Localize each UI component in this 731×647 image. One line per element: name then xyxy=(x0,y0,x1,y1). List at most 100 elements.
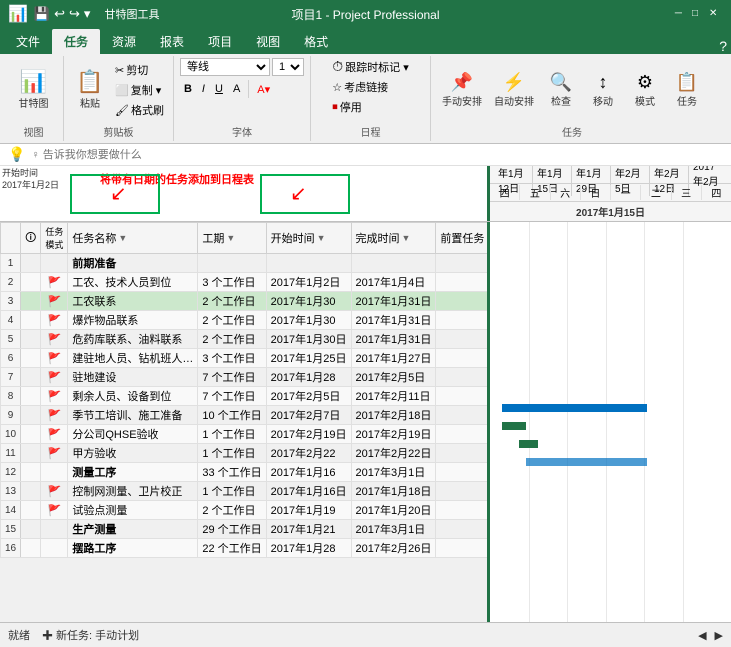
font-family-select[interactable]: 等线 xyxy=(180,58,270,76)
pred-cell-11[interactable] xyxy=(436,444,489,463)
start-cell-1[interactable] xyxy=(266,254,351,273)
dur-cell-12[interactable]: 33 个工作日 xyxy=(198,463,266,482)
dur-cell-10[interactable]: 1 个工作日 xyxy=(198,425,266,444)
finish-cell-16[interactable]: 2017年2月26日 xyxy=(351,539,436,558)
table-row[interactable]: 15 生产测量 29 个工作日 2017年1月21 2017年3月1日 xyxy=(1,520,489,539)
name-cell-5[interactable]: 危药库联系、油料联系 xyxy=(68,330,198,349)
pred-cell-14[interactable] xyxy=(436,501,489,520)
inspect-btn[interactable]: 🔍 检查 xyxy=(541,71,581,110)
finish-cell-7[interactable]: 2017年2月5日 xyxy=(351,368,436,387)
table-row[interactable]: 3 🚩 工农联系 2 个工作日 2017年1月30 2017年1月31日 xyxy=(1,292,489,311)
font-size-select[interactable]: 11 xyxy=(272,58,304,76)
start-cell-8[interactable]: 2017年2月5日 xyxy=(266,387,351,406)
pred-cell-1[interactable] xyxy=(436,254,489,273)
dur-cell-2[interactable]: 3 个工作日 xyxy=(198,273,266,292)
name-cell-11[interactable]: 甲方验收 xyxy=(68,444,198,463)
dur-cell-8[interactable]: 7 个工作日 xyxy=(198,387,266,406)
table-row[interactable]: 2 🚩 工农、技术人员到位 3 个工作日 2017年1月2日 2017年1月4日 xyxy=(1,273,489,292)
name-cell-12[interactable]: 测量工序 xyxy=(68,463,198,482)
dur-cell-3[interactable]: 2 个工作日 xyxy=(198,292,266,311)
finish-cell-12[interactable]: 2017年3月1日 xyxy=(351,463,436,482)
gantt-chart-btn[interactable]: 📊 甘特图 xyxy=(14,69,54,112)
th-start[interactable]: 开始时间 ▼ xyxy=(266,223,351,254)
th-mode[interactable]: 任务 模式 xyxy=(41,223,68,254)
pred-cell-8[interactable] xyxy=(436,387,489,406)
dur-cell-7[interactable]: 7 个工作日 xyxy=(198,368,266,387)
finish-cell-4[interactable]: 2017年1月31日 xyxy=(351,311,436,330)
finish-cell-2[interactable]: 2017年1月4日 xyxy=(351,273,436,292)
tab-project[interactable]: 项目 xyxy=(196,29,244,54)
name-cell-16[interactable]: 摆路工序 xyxy=(68,539,198,558)
name-cell-10[interactable]: 分公司QHSE验收 xyxy=(68,425,198,444)
nav-right-icon[interactable]: ▶ xyxy=(715,629,723,642)
dropdown-icon[interactable]: ▾ xyxy=(84,6,91,22)
pred-cell-2[interactable] xyxy=(436,273,489,292)
redo-icon[interactable]: ↪ xyxy=(69,6,80,22)
start-cell-13[interactable]: 2017年1月16日 xyxy=(266,482,351,501)
start-cell-9[interactable]: 2017年2月7日 xyxy=(266,406,351,425)
th-finish[interactable]: 完成时间 ▼ xyxy=(351,223,436,254)
tab-format[interactable]: 格式 xyxy=(292,29,340,54)
task-table-container[interactable]: 🛈 任务 模式 任务名称 ▼ xyxy=(0,222,490,622)
help-icon[interactable]: ? xyxy=(719,38,727,54)
pred-cell-9[interactable] xyxy=(436,406,489,425)
nav-left-icon[interactable]: ◀ xyxy=(698,629,706,642)
pred-cell-5[interactable] xyxy=(436,330,489,349)
dur-cell-5[interactable]: 2 个工作日 xyxy=(198,330,266,349)
start-cell-16[interactable]: 2017年1月28 xyxy=(266,539,351,558)
th-info[interactable]: 🛈 xyxy=(21,223,41,254)
pred-cell-6[interactable] xyxy=(436,349,489,368)
finish-cell-1[interactable] xyxy=(351,254,436,273)
pred-cell-10[interactable] xyxy=(436,425,489,444)
start-cell-15[interactable]: 2017年1月21 xyxy=(266,520,351,539)
finish-cell-13[interactable]: 2017年1月18日 xyxy=(351,482,436,501)
pred-cell-12[interactable] xyxy=(436,463,489,482)
help-input[interactable] xyxy=(31,149,723,161)
table-row[interactable]: 5 🚩 危药库联系、油料联系 2 个工作日 2017年1月30日 2017年1月… xyxy=(1,330,489,349)
track-label[interactable]: 跟踪时标记 ▾ xyxy=(345,59,409,75)
start-cell-10[interactable]: 2017年2月19日 xyxy=(266,425,351,444)
table-row[interactable]: 13 🚩 控制网测量、卫片校正 1 个工作日 2017年1月16日 2017年1… xyxy=(1,482,489,501)
name-cell-13[interactable]: 控制网测量、卫片校正 xyxy=(68,482,198,501)
table-row[interactable]: 14 🚩 试验点测量 2 个工作日 2017年1月19 2017年1月20日 xyxy=(1,501,489,520)
save-icon[interactable]: 💾 xyxy=(34,6,50,22)
copy-btn[interactable]: ⬜ 复制 ▾ xyxy=(112,81,167,99)
table-row[interactable]: 11 🚩 甲方验收 1 个工作日 2017年2月22 2017年2月22日 xyxy=(1,444,489,463)
pred-cell-15[interactable] xyxy=(436,520,489,539)
format-painter-btn[interactable]: 🖌 格式刷 xyxy=(112,101,167,119)
start-cell-3[interactable]: 2017年1月30 xyxy=(266,292,351,311)
dur-cell-16[interactable]: 22 个工作日 xyxy=(198,539,266,558)
minimize-btn[interactable]: ─ xyxy=(675,8,689,22)
finish-cell-15[interactable]: 2017年3月1日 xyxy=(351,520,436,539)
start-cell-14[interactable]: 2017年1月19 xyxy=(266,501,351,520)
name-cell-6[interactable]: 建驻地人员、钻机班人员到位 xyxy=(68,349,198,368)
dur-cell-1[interactable] xyxy=(198,254,266,273)
th-pred[interactable]: 前置任务 xyxy=(436,223,489,254)
dur-cell-15[interactable]: 29 个工作日 xyxy=(198,520,266,539)
start-cell-7[interactable]: 2017年1月28 xyxy=(266,368,351,387)
dur-cell-6[interactable]: 3 个工作日 xyxy=(198,349,266,368)
th-duration[interactable]: 工期 ▼ xyxy=(198,223,266,254)
name-cell-14[interactable]: 试验点测量 xyxy=(68,501,198,520)
start-cell-6[interactable]: 2017年1月25日 xyxy=(266,349,351,368)
finish-cell-8[interactable]: 2017年2月11日 xyxy=(351,387,436,406)
italic-btn[interactable]: I xyxy=(198,81,209,97)
cut-btn[interactable]: ✂ 剪切 xyxy=(112,61,167,79)
finish-cell-3[interactable]: 2017年1月31日 xyxy=(351,292,436,311)
dur-cell-9[interactable]: 10 个工作日 xyxy=(198,406,266,425)
consider-label[interactable]: 考虑链接 xyxy=(344,79,388,95)
name-cell-4[interactable]: 爆炸物品联系 xyxy=(68,311,198,330)
table-row[interactable]: 10 🚩 分公司QHSE验收 1 个工作日 2017年2月19日 2017年2月… xyxy=(1,425,489,444)
table-row[interactable]: 7 🚩 驻地建设 7 个工作日 2017年1月28 2017年2月5日 xyxy=(1,368,489,387)
undo-icon[interactable]: ↩ xyxy=(54,6,65,22)
finish-cell-10[interactable]: 2017年2月19日 xyxy=(351,425,436,444)
pred-cell-4[interactable] xyxy=(436,311,489,330)
pred-cell-16[interactable] xyxy=(436,539,489,558)
maximize-btn[interactable]: □ xyxy=(692,8,706,22)
highlight-btn[interactable]: A▾ xyxy=(253,81,274,98)
tab-view[interactable]: 视图 xyxy=(244,29,292,54)
auto-schedule-btn[interactable]: ⚡ 自动安排 xyxy=(489,71,539,110)
pred-cell-13[interactable] xyxy=(436,482,489,501)
start-cell-4[interactable]: 2017年1月30 xyxy=(266,311,351,330)
manual-schedule-btn[interactable]: 📌 手动安排 xyxy=(437,71,487,110)
